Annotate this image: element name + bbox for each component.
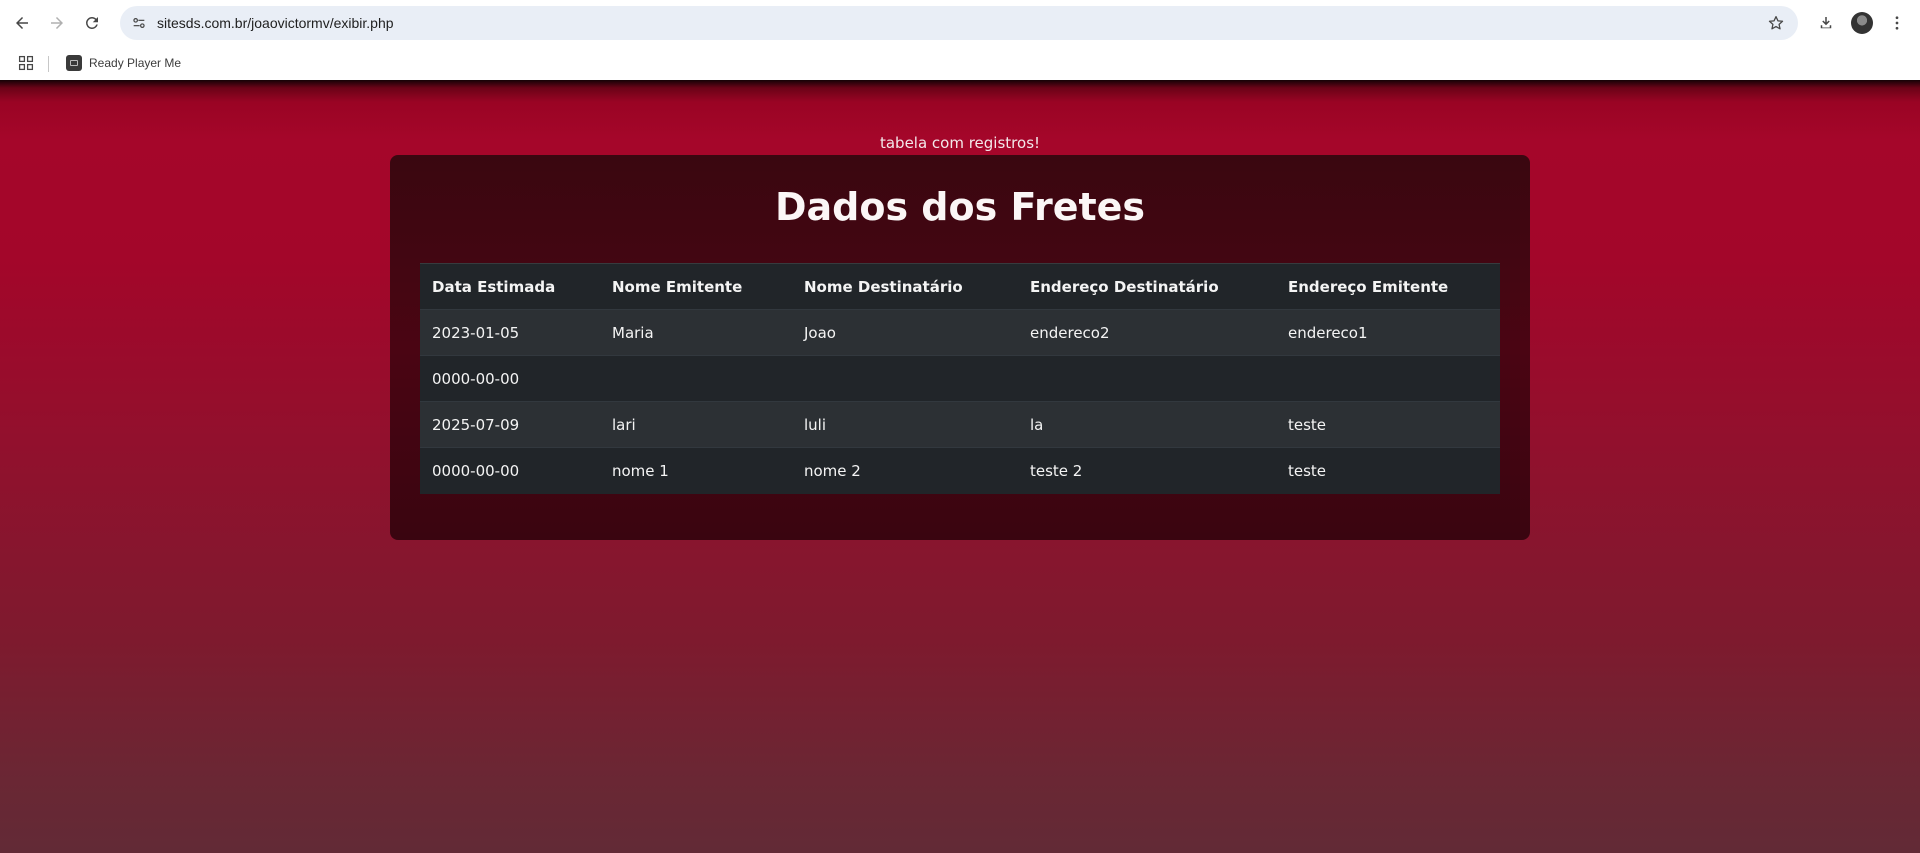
table-cell: lari	[600, 401, 792, 448]
menu-button[interactable]	[1883, 9, 1911, 37]
bookmarks-bar: Ready Player Me	[0, 46, 1920, 80]
table-cell	[1276, 355, 1500, 402]
freight-table: Data Estimada Nome Emitente Nome Destina…	[420, 263, 1500, 494]
column-header-data-estimada: Data Estimada	[420, 263, 600, 310]
table-cell: 2023-01-05	[420, 309, 600, 356]
table-cell	[792, 355, 1018, 402]
table-cell: 0000-00-00	[420, 355, 600, 402]
column-header-endereco-emitente: Endereço Emitente	[1276, 263, 1500, 310]
freight-card: Dados dos Fretes Data Estimada Nome Emit…	[390, 155, 1530, 540]
reload-button[interactable]	[78, 9, 106, 37]
table-header-row: Data Estimada Nome Emitente Nome Destina…	[420, 263, 1500, 310]
table-cell: 0000-00-00	[420, 447, 600, 494]
url-text: sitesds.com.br/joaovictormv/exibir.php	[157, 15, 394, 31]
page-title: Dados dos Fretes	[774, 185, 1146, 229]
table-row: 2025-07-09 lari luli la teste	[420, 401, 1500, 448]
table-cell	[1018, 355, 1276, 402]
table-row: 2023-01-05 Maria Joao endereco2 endereco…	[420, 309, 1500, 356]
profile-avatar[interactable]	[1851, 12, 1873, 34]
forward-button[interactable]	[43, 9, 71, 37]
apps-grid-icon[interactable]	[16, 53, 36, 73]
table-row: 0000-00-00	[420, 355, 1500, 402]
table-cell: la	[1018, 401, 1276, 448]
downloads-button[interactable]	[1812, 9, 1840, 37]
table-cell: teste	[1276, 401, 1500, 448]
column-header-nome-emitente: Nome Emitente	[600, 263, 792, 310]
table-cell: Joao	[792, 309, 1018, 356]
bookmark-star-icon[interactable]	[1766, 13, 1786, 33]
table-cell: endereco2	[1018, 309, 1276, 356]
site-info-icon[interactable]	[128, 12, 150, 34]
arrow-left-icon	[16, 17, 28, 29]
table-cell: Maria	[600, 309, 792, 356]
page-subtitle: tabela com registros!	[879, 134, 1041, 152]
table-cell	[600, 355, 792, 402]
column-header-endereco-destinatario: Endereço Destinatário	[1018, 263, 1276, 310]
table-cell: 2025-07-09	[420, 401, 600, 448]
table-cell: teste	[1276, 447, 1500, 494]
column-header-nome-destinatario: Nome Destinatário	[792, 263, 1018, 310]
table-cell: nome 2	[792, 447, 1018, 494]
bookmark-ready-player-me[interactable]: Ready Player Me	[62, 51, 185, 75]
table-cell: luli	[792, 401, 1018, 448]
bookmark-label: Ready Player Me	[89, 56, 182, 70]
table-cell: nome 1	[600, 447, 792, 494]
address-bar[interactable]: sitesds.com.br/joaovictormv/exibir.php	[120, 6, 1798, 40]
table-row: 0000-00-00 nome 1 nome 2 teste 2 teste	[420, 447, 1500, 494]
download-icon	[1820, 17, 1832, 29]
bookmarks-divider	[48, 56, 49, 72]
bookmark-favicon-icon	[66, 55, 82, 71]
reload-icon	[86, 17, 98, 29]
page-content: tabela com registros! Dados dos Fretes D…	[0, 80, 1920, 853]
arrow-right-icon	[51, 17, 63, 29]
table-cell: teste 2	[1018, 447, 1276, 494]
back-button[interactable]	[8, 9, 36, 37]
kebab-menu-icon	[1895, 16, 1899, 30]
browser-toolbar: sitesds.com.br/joaovictormv/exibir.php	[0, 0, 1920, 46]
table-cell: endereco1	[1276, 309, 1500, 356]
